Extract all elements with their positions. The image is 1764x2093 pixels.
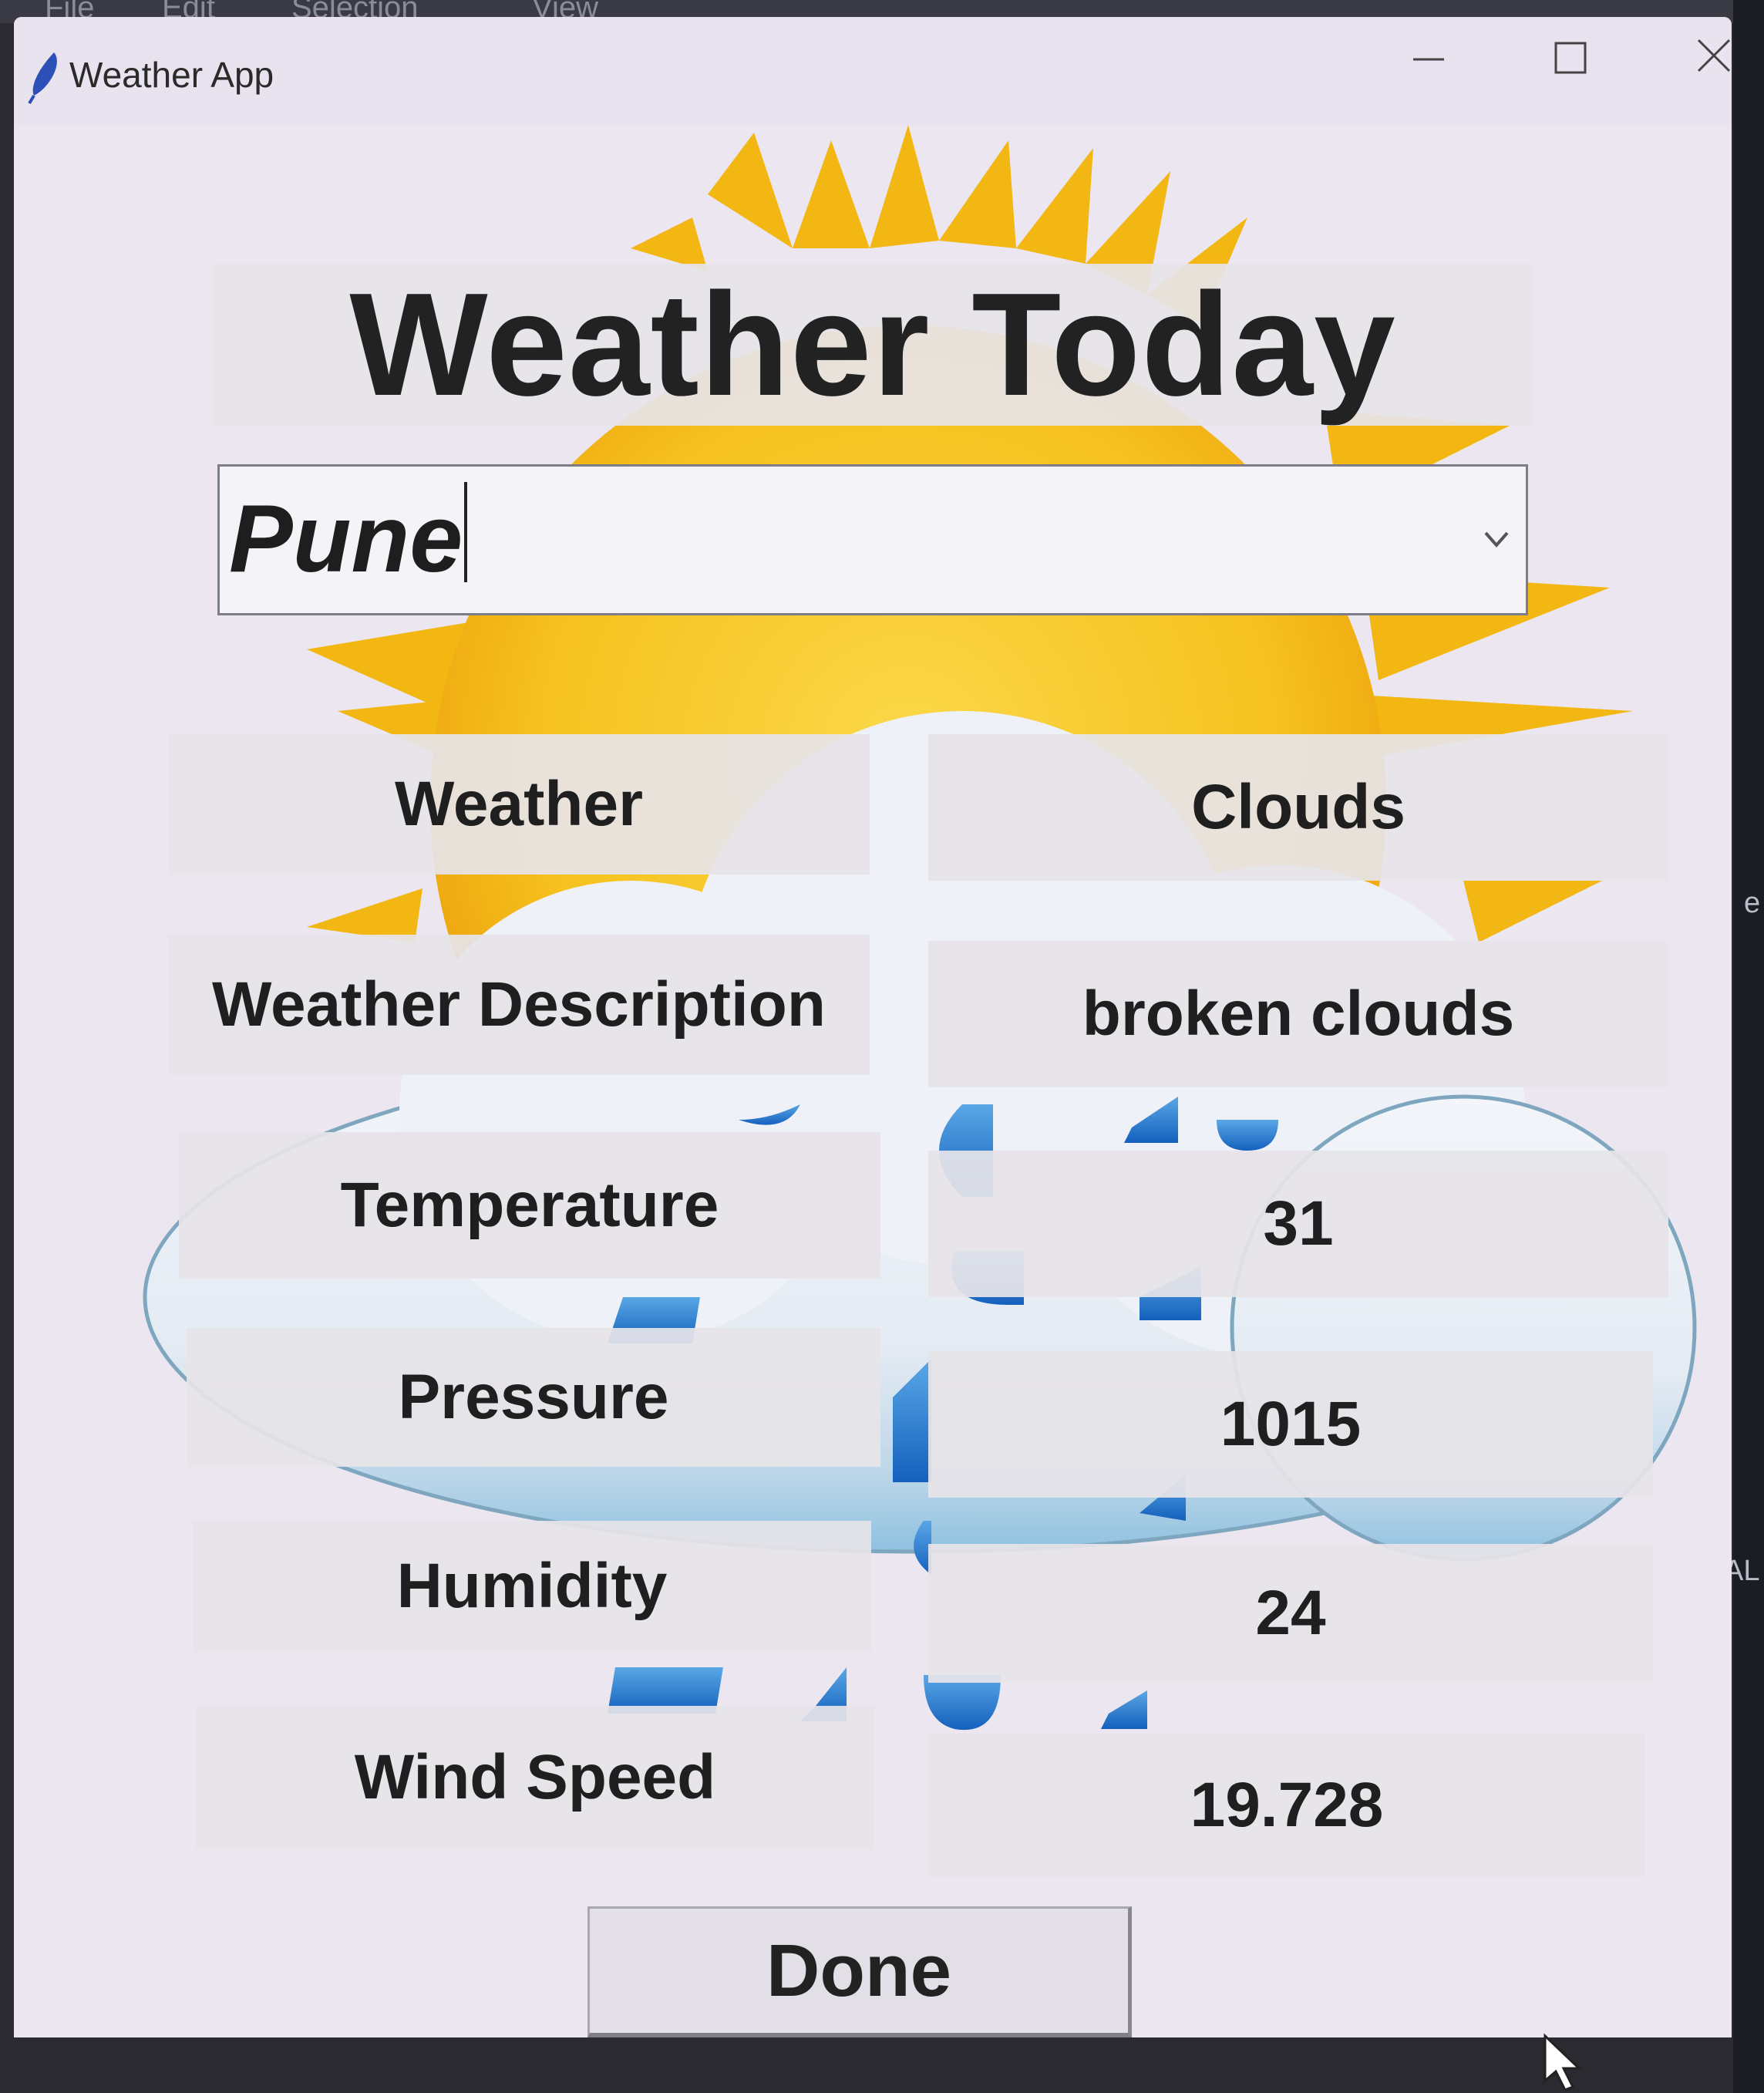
done-button[interactable]: Done (587, 1906, 1132, 2037)
window-title: Weather App (69, 55, 274, 95)
weather-description-value: broken clouds (928, 941, 1668, 1087)
temperature-label: Temperature (179, 1132, 880, 1279)
page-title: Weather Today (213, 263, 1533, 426)
temperature-value: 31 (928, 1151, 1668, 1297)
weather-description-label: Weather Description (168, 935, 870, 1075)
weather-app-window: Weather App Weather Today Pune Weather C… (14, 17, 1732, 2037)
bg-side-text: e (1744, 887, 1761, 919)
humidity-value: 24 (928, 1544, 1653, 1683)
weather-label: Weather (168, 734, 870, 875)
mouse-pointer-icon (1544, 2033, 1582, 2091)
wind-speed-label: Wind Speed (196, 1706, 874, 1849)
maximize-icon[interactable] (1513, 25, 1628, 102)
feather-icon (28, 52, 57, 105)
chevron-down-icon[interactable] (1481, 524, 1512, 554)
weather-value: Clouds (928, 734, 1668, 881)
title-bar[interactable]: Weather App (14, 17, 1732, 125)
city-combobox[interactable]: Pune (217, 464, 1528, 615)
background-editor-edge (1733, 0, 1764, 2093)
wind-speed-value: 19.728 (928, 1734, 1645, 1877)
humidity-label: Humidity (193, 1521, 871, 1652)
pressure-value: 1015 (928, 1351, 1653, 1498)
close-icon[interactable] (1656, 25, 1732, 102)
minimize-icon[interactable] (1371, 25, 1486, 102)
city-input[interactable]: Pune (229, 482, 468, 594)
text-caret (464, 482, 468, 582)
pressure-label: Pressure (187, 1328, 880, 1467)
